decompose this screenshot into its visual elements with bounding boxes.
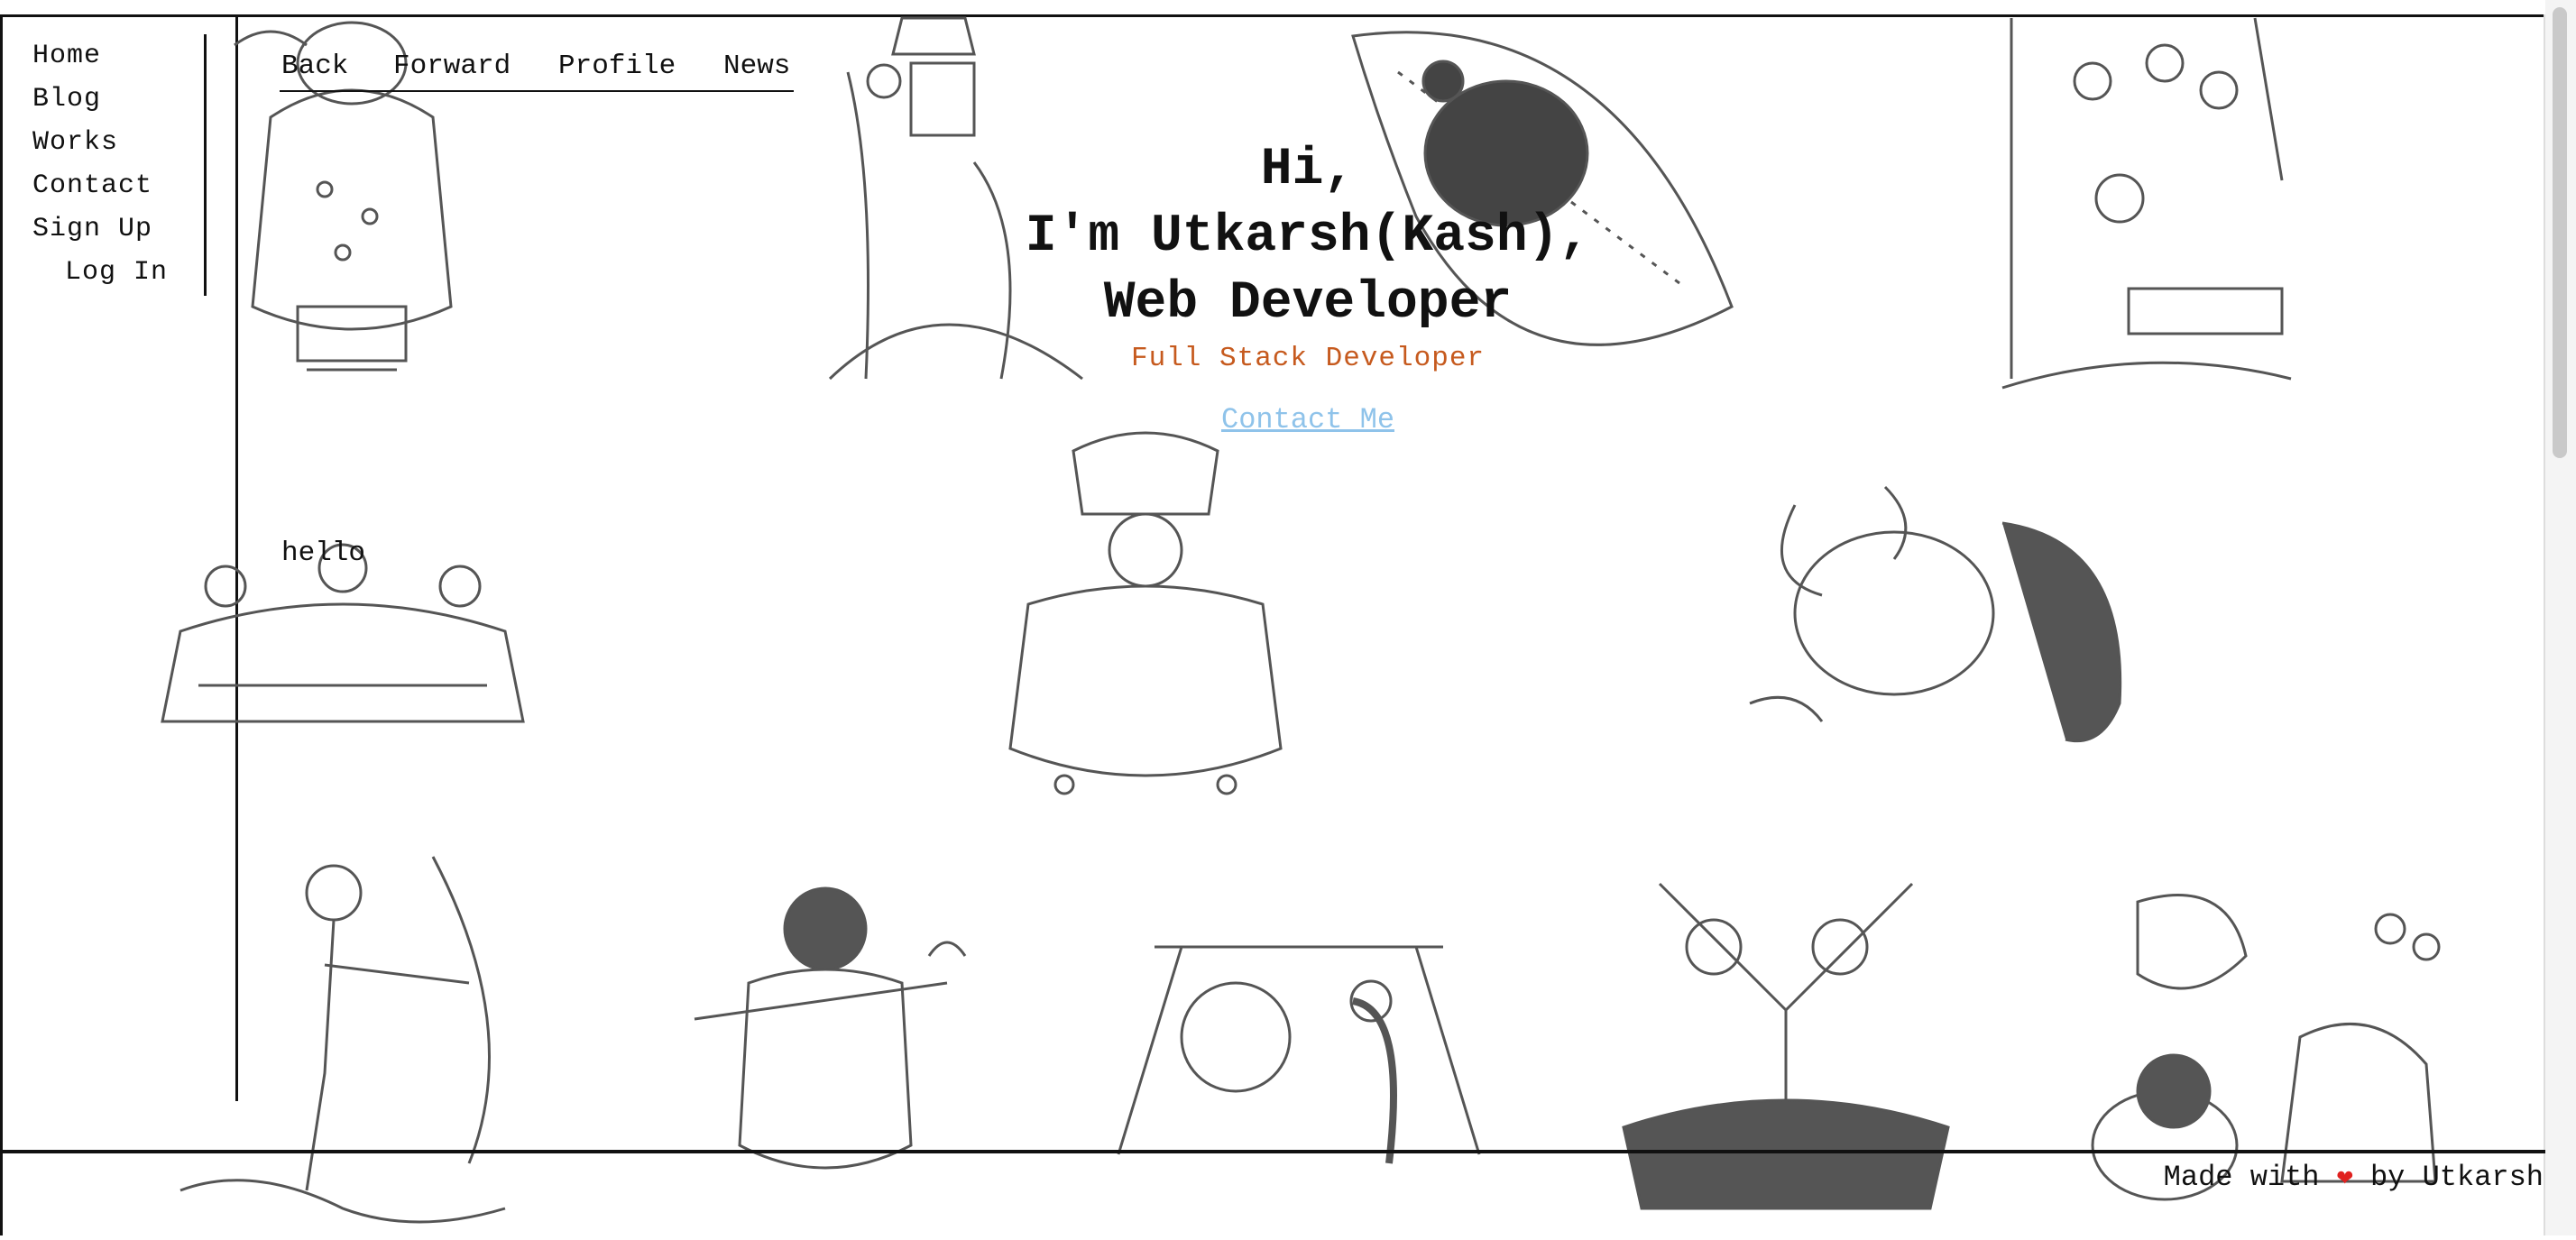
hello-text: hello [281, 537, 366, 569]
nav-forward-link[interactable]: Forward [393, 51, 511, 82]
top-navigation: Back Forward Profile News [280, 47, 794, 92]
sidebar-item-contact[interactable]: Contact [32, 164, 204, 207]
hero-name: I'm Utkarsh(Kash), [1025, 207, 1591, 266]
hero-role: Web Developer [1103, 274, 1513, 333]
nav-news-link[interactable]: News [723, 51, 790, 82]
contact-me-link[interactable]: Contact Me [1221, 403, 1394, 436]
footer-suffix: by Utkarsh [2369, 1161, 2544, 1194]
footer-prefix: Made with [2163, 1161, 2320, 1194]
goddess-illustration [992, 424, 1299, 821]
archer-illustration [162, 848, 523, 1235]
krishna-flute-illustration [676, 848, 974, 1235]
bull-illustration [1741, 469, 2147, 776]
frame-left-border [0, 14, 3, 1235]
pots-fish-illustration [2065, 884, 2462, 1208]
hero-greeting: Hi, [1260, 141, 1356, 199]
page-scrollbar[interactable] [2545, 0, 2576, 1235]
heart-icon: ❤ [2336, 1163, 2353, 1194]
sidebar-item-log-in[interactable]: Log In [32, 251, 204, 294]
side-navigation: Home Blog Works Contact Sign Up Log In [32, 34, 207, 296]
scrollbar-thumb[interactable] [2553, 7, 2567, 458]
hero-section: Hi, I'm Utkarsh(Kash), Web Developer Ful… [992, 137, 1624, 436]
footer-credit: Made with ❤ by Utkarsh [2164, 1161, 2544, 1194]
sidebar-item-sign-up[interactable]: Sign Up [32, 207, 204, 251]
footer-divider [0, 1150, 2545, 1153]
sidebar-item-works[interactable]: Works [32, 121, 204, 164]
nav-profile-link[interactable]: Profile [558, 51, 676, 82]
sidebar-item-home[interactable]: Home [32, 34, 204, 78]
pot-woman-illustration [1100, 929, 1497, 1181]
court-illustration [1984, 0, 2309, 397]
hero-subtitle: Full Stack Developer [1130, 343, 1486, 374]
nav-back-link[interactable]: Back [281, 51, 348, 82]
sidebar-item-blog[interactable]: Blog [32, 78, 204, 121]
tree-illustration [1605, 848, 1966, 1235]
